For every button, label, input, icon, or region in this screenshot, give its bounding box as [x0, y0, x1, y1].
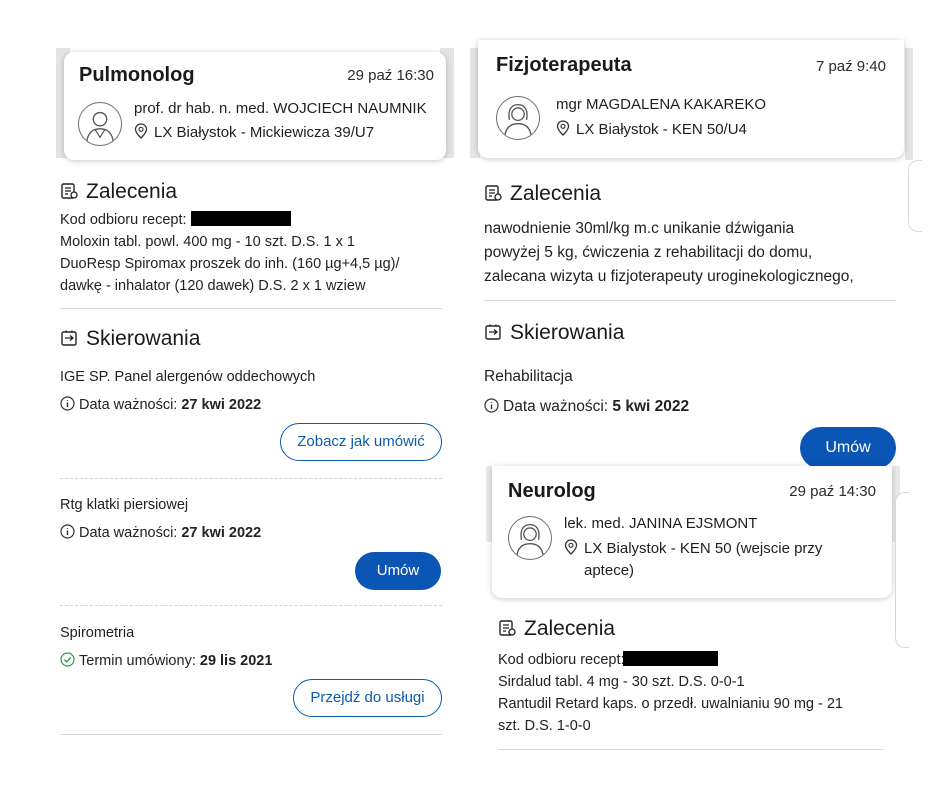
specialty-title: Pulmonolog — [79, 64, 195, 86]
prescription-code-label: Kod odbioru recept: — [498, 652, 625, 668]
recommendation-line: DuoResp Spiromax proszek do inh. (160 µg… — [60, 256, 400, 272]
book-button[interactable]: Umów — [355, 552, 441, 590]
female-doctor-avatar-icon — [508, 516, 552, 560]
recommendation-line: Sirdalud tabl. 4 mg - 30 szt. D.S. 0-0-1 — [498, 674, 745, 690]
referrals-heading: Skierowania — [484, 321, 624, 345]
info-icon — [60, 396, 75, 411]
location-pin-icon — [556, 120, 570, 136]
prescription-code-label: Kod odbioru recept: — [60, 212, 187, 228]
recommendations-text: Kod odbioru recept: Moloxin tabl. powl. … — [60, 209, 450, 297]
doctor-name: prof. dr hab. n. med. WOJCIECH NAUMNIK — [134, 100, 427, 117]
background-strip — [905, 48, 913, 160]
recommendations-text: nawodnienie 30ml/kg m.c unikanie dźwigan… — [484, 217, 904, 289]
divider — [60, 308, 442, 309]
visit-date: 7 paź 9:40 — [815, 58, 886, 75]
specialty-title: Neurolog — [508, 480, 596, 502]
location-pin-icon — [134, 123, 148, 139]
divider — [60, 478, 442, 479]
female-doctor-avatar-icon — [496, 96, 540, 140]
location-pin-icon — [564, 539, 578, 555]
prescription-icon — [485, 185, 502, 201]
recommendation-line: nawodnienie 30ml/kg m.c unikanie dźwigan… — [484, 220, 795, 237]
male-doctor-avatar-icon — [78, 102, 122, 146]
doctor-name: mgr MAGDALENA KAKAREKO — [556, 96, 767, 113]
specialty-title: Fizjoterapeuta — [496, 54, 632, 76]
info-icon — [60, 524, 75, 539]
referral-name: Rehabilitacja — [484, 368, 573, 385]
location-text: LX Bialystok - KEN 50 (wejscie przy — [584, 540, 823, 557]
redacted-code — [622, 651, 718, 666]
recommendation-line: dawkę - inhalator (120 dawek) D.S. 2 x 1… — [60, 278, 366, 294]
referral-name: Spirometria — [60, 625, 135, 641]
recommendation-line: szt. D.S. 1-0-0 — [498, 718, 591, 734]
visit-card-neurolog[interactable]: Neurolog 29 paź 14:30 lek. med. JANINA E… — [492, 466, 892, 598]
visit-date: 29 paź 14:30 — [789, 483, 876, 500]
location-text: LX Białystok - KEN 50/U4 — [576, 121, 747, 138]
recommendation-line: Moloxin tabl. powl. 400 mg - 10 szt. D.S… — [60, 234, 355, 250]
check-circle-icon — [60, 652, 75, 667]
clinic-location: LX Białystok - Mickiewicza 39/U7 — [134, 122, 374, 144]
doctor-name: lek. med. JANINA EJSMONT — [564, 515, 758, 532]
see-how-to-book-button[interactable]: Zobacz jak umówić — [280, 423, 442, 461]
info-icon — [484, 398, 499, 413]
location-text: aptece) — [584, 562, 635, 579]
referral-appointment: Termin umówiony: 29 lis 2021 — [60, 650, 272, 672]
go-to-service-button[interactable]: Przejdź do usługi — [293, 679, 442, 717]
visit-card-fizjoterapeuta[interactable]: Fizjoterapeuta 7 paź 9:40 mgr MAGDALENA … — [478, 40, 904, 158]
visit-card-pulmonolog[interactable]: Pulmonolog 29 paź 16:30 prof. dr hab. n.… — [64, 52, 446, 160]
recommendations-heading: Zalecenia — [498, 617, 615, 641]
referral-icon — [485, 324, 501, 340]
recommendation-line: powyżej 5 kg, ćwiczenia z rehabilitacji … — [484, 244, 813, 261]
referral-name: IGE SP. Panel alergenów oddechowych — [60, 369, 316, 385]
referral-validity: Data ważności: 27 kwi 2022 — [60, 522, 261, 544]
referral-name: Rtg klatki piersiowej — [60, 497, 189, 513]
referrals-heading: Skierowania — [60, 327, 200, 351]
divider — [60, 734, 442, 735]
clinic-location: LX Białystok - KEN 50/U4 — [556, 119, 747, 141]
recommendations-heading: Zalecenia — [60, 180, 177, 204]
redacted-code — [190, 211, 291, 226]
location-text: LX Białystok - Mickiewicza 39/U7 — [154, 124, 375, 141]
clinic-location: LX Bialystok - KEN 50 (wejscie przy aptec… — [564, 538, 864, 582]
prescription-icon — [61, 183, 78, 199]
referral-validity: Data ważności: 5 kwi 2022 — [484, 396, 689, 418]
recommendations-text: Kod odbioru recept: Sirdalud tabl. 4 mg … — [498, 649, 898, 737]
recommendations-heading: Zalecenia — [484, 182, 601, 206]
recommendation-line: Rantudil Retard kaps. o przedł. uwalnian… — [498, 696, 843, 712]
next-card-edge — [908, 160, 922, 232]
visit-date: 29 paź 16:30 — [347, 67, 434, 84]
next-card-edge — [895, 492, 909, 648]
recommendation-line: zalecana wizyta u fizjoterapeuty urogine… — [484, 268, 854, 285]
referral-icon — [61, 330, 77, 346]
divider — [60, 605, 442, 606]
divider — [498, 749, 884, 750]
book-button[interactable]: Umów — [800, 427, 896, 469]
prescription-icon — [499, 620, 516, 636]
divider — [484, 300, 896, 301]
referral-validity: Data ważności: 27 kwi 2022 — [60, 394, 261, 416]
